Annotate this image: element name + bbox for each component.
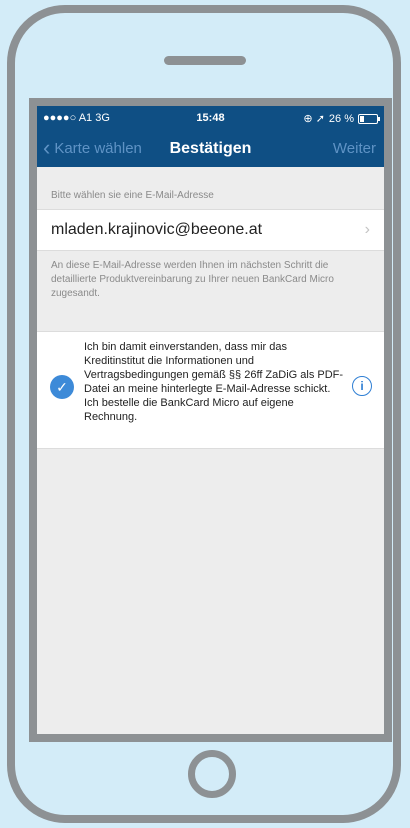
status-right: ⊕ ➚ 26 % — [303, 112, 380, 125]
home-button[interactable] — [188, 750, 236, 798]
email-value: mladen.krajinovic@beeone.at — [51, 221, 263, 238]
battery-percent: 26 % — [328, 112, 354, 125]
email-info-text: An diese E-Mail-Adresse werden Ihnen im … — [51, 260, 334, 299]
navigation-bar: ‹ Karte wählen Bestätigen Weiter — [37, 130, 384, 167]
next-button[interactable]: Weiter — [333, 140, 376, 157]
status-bar: ●●●●○ A1 3G 15:48 ⊕ ➚ 26 % — [37, 106, 384, 130]
chevron-right-icon: › — [364, 221, 370, 238]
phone-speaker — [164, 56, 246, 65]
battery-icon — [358, 113, 380, 124]
location-icon: ⊕ ➚ — [303, 113, 325, 125]
email-select-row[interactable]: mladen.krajinovic@beeone.at › — [37, 209, 384, 251]
email-section-caption: Bitte wählen sie eine E-Mail-Adresse — [51, 190, 214, 201]
consent-text: Ich bin damit einverstanden, dass mir da… — [84, 341, 344, 423]
checkmark-icon[interactable]: ✓ — [50, 375, 74, 399]
info-icon[interactable]: i — [352, 376, 372, 396]
screen: ●●●●○ A1 3G 15:48 ⊕ ➚ 26 % ‹ Karte wähle… — [29, 98, 392, 742]
consent-row[interactable]: ✓ Ich bin damit einverstanden, dass mir … — [37, 331, 384, 449]
